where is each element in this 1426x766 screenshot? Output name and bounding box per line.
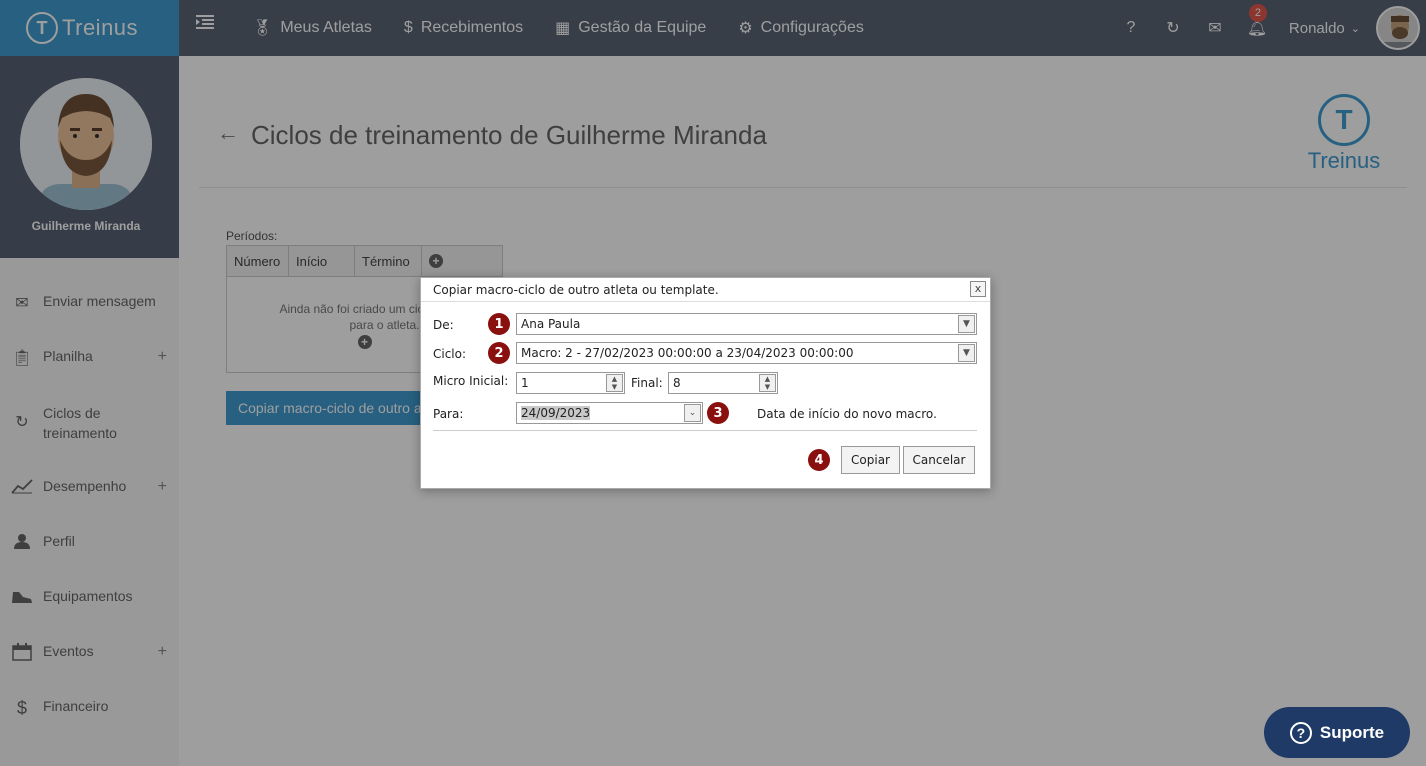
chevron-down-icon[interactable]: ▼ [958,315,975,333]
final-label: Final: [631,376,663,390]
ciclo-select[interactable]: Macro: 2 - 27/02/2023 00:00:00 a 23/04/2… [516,342,977,364]
final-value: 8 [673,376,681,390]
question-icon: ? [1289,721,1312,744]
chevron-down-icon[interactable]: ▼ [958,344,975,362]
final-input[interactable]: 8 ▲ ▼ [668,372,778,394]
micro-inicial-input[interactable]: 1 ▲ ▼ [516,372,625,394]
para-date-picker[interactable]: 24/09/2023 ⌄ [516,402,703,424]
cancel-button[interactable]: Cancelar [903,446,975,474]
de-label: De: [433,318,454,332]
micro-inicial-value: 1 [521,376,529,390]
step-marker-1: 1 [488,313,510,335]
dialog-divider [433,430,977,431]
support-button[interactable]: ? Suporte [1264,707,1410,758]
copy-macro-dialog: Copiar macro-ciclo de outro atleta ou te… [420,277,991,489]
chevron-down-icon[interactable]: ⌄ [684,404,701,422]
step-marker-2: 2 [488,342,510,364]
de-select-value: Ana Paula [521,317,581,331]
ciclo-select-value: Macro: 2 - 27/02/2023 00:00:00 a 23/04/2… [521,346,854,360]
support-label: Suporte [1319,722,1385,742]
para-hint: Data de início do novo macro. [757,407,937,421]
micro-inicial-spinner[interactable]: ▲ ▼ [606,374,623,392]
para-date-value: 24/09/2023 [521,406,591,420]
dialog-title: Copiar macro-ciclo de outro atleta ou te… [433,283,719,297]
de-select[interactable]: Ana Paula ▼ [516,313,977,335]
micro-inicial-label: Micro Inicial: [433,374,509,388]
final-spinner[interactable]: ▲ ▼ [759,374,776,392]
close-icon[interactable]: x [970,281,986,297]
step-marker-4: 4 [808,449,830,471]
para-label: Para: [433,407,464,421]
copy-button[interactable]: Copiar [841,446,900,474]
ciclo-label: Ciclo: [433,347,467,361]
dialog-titlebar: Copiar macro-ciclo de outro atleta ou te… [421,278,990,302]
step-marker-3: 3 [707,402,729,424]
